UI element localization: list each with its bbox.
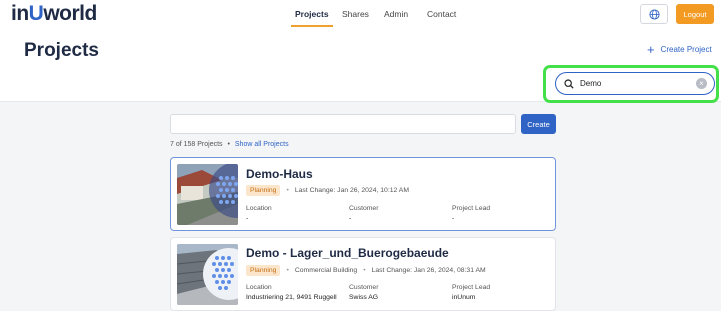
project-title[interactable]: Demo-Haus bbox=[246, 167, 313, 181]
project-thumbnail bbox=[177, 244, 238, 305]
logo-text-in: in bbox=[11, 2, 29, 25]
nav-admin[interactable]: Admin bbox=[384, 0, 408, 28]
search-icon bbox=[564, 78, 574, 89]
new-project-name-input[interactable] bbox=[170, 114, 516, 134]
search-input[interactable] bbox=[580, 79, 690, 88]
results-summary: 7 of 158 Projects • Show all Projects bbox=[170, 141, 289, 148]
location-value: Industriering 21, 9491 Ruggell bbox=[246, 294, 337, 301]
meta-separator: • bbox=[363, 267, 366, 274]
inuworld-logo[interactable]: inUworld bbox=[11, 3, 97, 25]
create-button[interactable]: Create bbox=[521, 114, 556, 134]
meta-separator: • bbox=[286, 267, 289, 274]
project-meta: Planning • Last Change: Jan 26, 2024, 10… bbox=[246, 185, 409, 196]
logo-text-world: world bbox=[43, 2, 97, 25]
project-lead-label: Project Lead bbox=[452, 284, 491, 291]
results-separator: • bbox=[227, 141, 230, 148]
create-project-label: Create Project bbox=[660, 45, 712, 54]
location-label: Location bbox=[246, 284, 272, 291]
nav-shares[interactable]: Shares bbox=[342, 0, 369, 28]
building-type: Commercial Building bbox=[294, 267, 358, 274]
project-card[interactable]: Demo-Haus Planning • Last Change: Jan 26… bbox=[170, 157, 556, 231]
customer-value: - bbox=[349, 215, 352, 222]
last-change: Last Change: Jan 26, 2024, 10:12 AM bbox=[294, 187, 409, 194]
project-title[interactable]: Demo - Lager_und_Buerogebaeude bbox=[246, 246, 449, 260]
status-badge: Planning bbox=[246, 265, 281, 276]
customer-value: Swiss AG bbox=[349, 294, 379, 301]
project-card[interactable]: Demo - Lager_und_Buerogebaeude Planning … bbox=[170, 237, 556, 311]
location-label: Location bbox=[246, 205, 272, 212]
project-meta: Planning • Commercial Building • Last Ch… bbox=[246, 265, 486, 276]
project-lead-value: - bbox=[452, 215, 455, 222]
logout-button[interactable]: Logout bbox=[676, 4, 714, 24]
globe-icon bbox=[648, 8, 660, 20]
top-navigation-bar: inUworld Projects Shares Admin Contact L… bbox=[0, 0, 721, 28]
plus-icon: + bbox=[647, 41, 655, 57]
results-count: 7 of 158 Projects bbox=[170, 141, 223, 148]
logo-text-u: U bbox=[28, 2, 44, 25]
language-button[interactable] bbox=[640, 4, 668, 24]
meta-separator: • bbox=[286, 187, 289, 194]
last-change: Last Change: Jan 26, 2024, 08:31 AM bbox=[371, 267, 486, 274]
project-lead-label: Project Lead bbox=[452, 205, 491, 212]
project-lead-value: inUnum bbox=[452, 294, 476, 301]
project-thumbnail bbox=[177, 164, 238, 225]
customer-label: Customer bbox=[349, 205, 379, 212]
create-project-link[interactable]: + Create Project bbox=[647, 41, 712, 57]
page-title: Projects bbox=[24, 40, 99, 61]
location-value: - bbox=[246, 215, 249, 222]
show-all-projects-link[interactable]: Show all Projects bbox=[235, 141, 289, 148]
project-search-box[interactable]: × bbox=[555, 72, 715, 95]
nav-projects[interactable]: Projects bbox=[291, 0, 333, 28]
status-badge: Planning bbox=[246, 185, 281, 196]
nav-contact[interactable]: Contact bbox=[427, 0, 456, 28]
customer-label: Customer bbox=[349, 284, 379, 291]
clear-search-icon[interactable]: × bbox=[696, 78, 707, 89]
